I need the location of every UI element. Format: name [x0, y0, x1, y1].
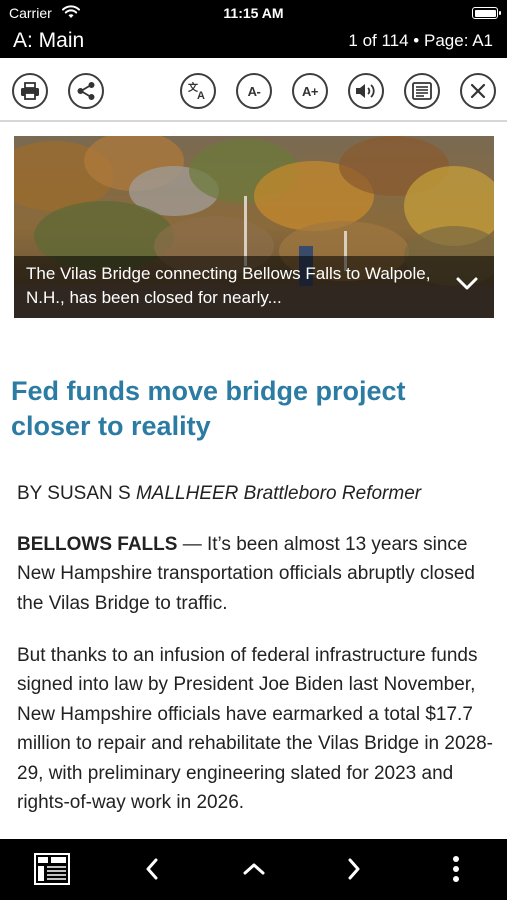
- photo-caption: The Vilas Bridge connecting Bellows Fall…: [26, 264, 431, 307]
- page-position: 1 of 114 • Page: A1: [348, 31, 493, 50]
- next-page-button[interactable]: [334, 851, 374, 887]
- previous-page-button[interactable]: [132, 851, 172, 887]
- more-vertical-icon: [453, 856, 459, 882]
- article-paragraph: But thanks to an infusion of federal inf…: [17, 645, 493, 814]
- article-body[interactable]: The Vilas Bridge connecting Bellows Fall…: [0, 122, 507, 839]
- battery-icon: [472, 7, 501, 19]
- chevron-right-icon: [348, 858, 360, 880]
- audio-button[interactable]: [348, 73, 384, 109]
- title-bar: A: Main 1 of 114 • Page: A1: [0, 26, 507, 58]
- translate-button[interactable]: 文 A: [180, 73, 216, 109]
- byline-source: MALLHEER Brattleboro Reformer: [135, 483, 422, 504]
- more-options-button[interactable]: [436, 851, 476, 887]
- article-headline: Fed funds move bridge project closer to …: [11, 376, 406, 441]
- page-thumbnail-icon: [34, 853, 70, 885]
- close-icon: [470, 83, 486, 99]
- share-icon: [77, 82, 95, 100]
- chevron-left-icon: [146, 858, 158, 880]
- svg-text:A: A: [197, 90, 205, 101]
- page-up-button[interactable]: [234, 851, 274, 887]
- dateline: BELLOWS FALLS: [17, 534, 178, 555]
- article-byline: BY SUSAN S MALLHEER Brattleboro Reformer: [17, 480, 497, 508]
- speaker-icon: [356, 84, 375, 98]
- page-thumbnails-button[interactable]: [32, 851, 72, 887]
- font-decrease-label: A-: [247, 83, 261, 99]
- status-bar: Carrier 11:15 AM: [0, 0, 507, 26]
- font-increase-label: A+: [302, 83, 318, 99]
- chevron-down-icon[interactable]: [456, 277, 478, 291]
- share-button[interactable]: [68, 73, 104, 109]
- font-increase-button[interactable]: A+: [292, 73, 328, 109]
- article-toolbar: 文 A A- A+: [0, 58, 507, 122]
- translate-icon: 文 A: [188, 81, 205, 101]
- byline-author: BY SUSAN S: [17, 483, 136, 504]
- bottom-navigation-bar: [0, 839, 507, 900]
- text-view-icon: [412, 82, 432, 100]
- clock-time: 11:15 AM: [223, 5, 284, 21]
- text-view-button[interactable]: [404, 73, 440, 109]
- close-button[interactable]: [460, 73, 496, 109]
- font-decrease-button[interactable]: A-: [236, 73, 272, 109]
- chevron-up-icon: [243, 863, 265, 875]
- section-title: A: Main: [13, 29, 85, 52]
- article-paragraph: BELLOWS FALLS — It’s been almost 13 year…: [17, 530, 495, 618]
- photo-caption-bar[interactable]: The Vilas Bridge connecting Bellows Fall…: [14, 256, 494, 318]
- printer-icon: [21, 82, 39, 100]
- print-button[interactable]: [12, 73, 48, 109]
- article-photo[interactable]: The Vilas Bridge connecting Bellows Fall…: [14, 136, 494, 318]
